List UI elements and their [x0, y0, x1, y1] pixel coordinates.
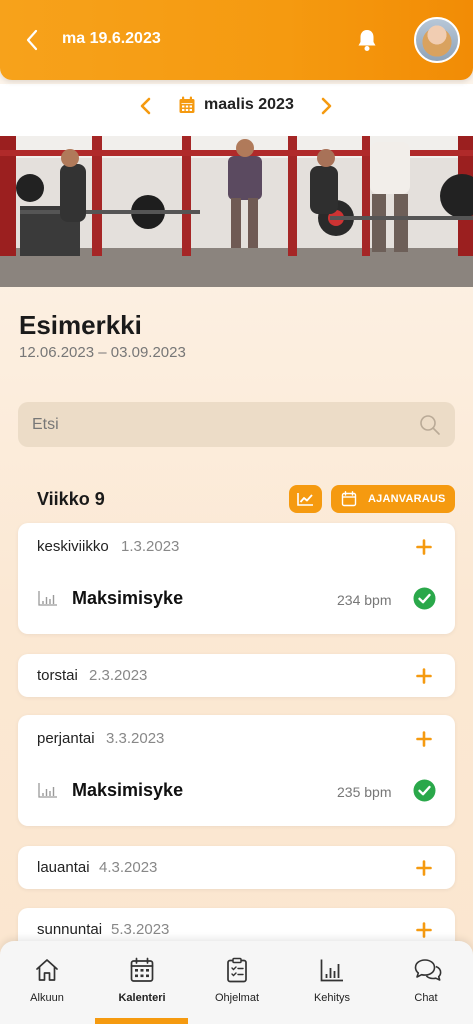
day-card: lauantai 4.3.2023: [18, 846, 455, 889]
add-entry-button[interactable]: [416, 539, 432, 555]
chat-icon: [414, 959, 442, 981]
day-name: sunnuntai: [37, 921, 103, 938]
entry-value: 235 bpm: [337, 784, 392, 800]
program-title: Esimerkki: [19, 310, 142, 340]
search-bar: [18, 402, 455, 447]
nav-label: Chat: [414, 992, 438, 1004]
bar-chart-icon: [320, 959, 343, 982]
day-date: 3.3.2023: [106, 730, 165, 747]
nav-label: Kalenteri: [118, 992, 166, 1004]
bottom-navigation: Alkuun Kalenteri Ohjelmat Kehitys Chat: [0, 941, 473, 1024]
back-button[interactable]: [22, 28, 44, 52]
calendar-icon: [130, 957, 154, 982]
prev-month-button[interactable]: [138, 96, 154, 116]
day-card: keskiviikko 1.3.2023 Maksimisyke 234 bpm: [18, 523, 455, 634]
nav-item-programs[interactable]: Ohjelmat: [190, 941, 284, 1024]
day-date: 5.3.2023: [111, 921, 170, 938]
day-name: torstai: [37, 667, 78, 684]
calendar-icon: [179, 96, 195, 113]
active-tab-indicator: [95, 1018, 188, 1024]
entry-value: 234 bpm: [337, 592, 392, 608]
current-date: ma 19.6.2023: [62, 30, 161, 47]
nav-item-calendar[interactable]: Kalenteri: [95, 941, 189, 1024]
day-date: 2.3.2023: [89, 667, 148, 684]
add-entry-button[interactable]: [416, 731, 432, 747]
add-entry-button[interactable]: [416, 922, 432, 938]
day-name: perjantai: [37, 730, 95, 747]
month-label: maalis 2023: [204, 96, 294, 113]
nav-label: Ohjelmat: [214, 992, 260, 1004]
home-icon: [36, 959, 58, 981]
search-input[interactable]: [32, 402, 412, 447]
search-icon[interactable]: [419, 414, 441, 436]
calendar-icon: [341, 491, 357, 507]
day-card: torstai 2.3.2023: [18, 654, 455, 697]
program-hero-image: [0, 136, 473, 287]
week-label: Viikko 9: [37, 489, 105, 509]
add-entry-button[interactable]: [416, 860, 432, 876]
progress-chart-button[interactable]: [289, 485, 322, 513]
day-name: keskiviikko: [37, 538, 109, 555]
check-circle-icon: [413, 779, 436, 802]
line-chart-icon: [297, 493, 313, 506]
booking-label: AJANVARAUS: [368, 493, 446, 505]
check-circle-icon: [413, 587, 436, 610]
nav-label: Kehitys: [313, 992, 351, 1004]
avatar[interactable]: [414, 17, 460, 63]
next-month-button[interactable]: [318, 96, 334, 116]
day-name: lauantai: [37, 859, 90, 876]
bar-chart-icon: [38, 591, 57, 606]
bell-icon[interactable]: [356, 28, 378, 52]
day-date: 4.3.2023: [99, 859, 158, 876]
nav-item-chat[interactable]: Chat: [379, 941, 473, 1024]
day-card: perjantai 3.3.2023 Maksimisyke 235 bpm: [18, 715, 455, 826]
day-date: 1.3.2023: [121, 538, 180, 555]
nav-item-home[interactable]: Alkuun: [0, 941, 94, 1024]
program-dates: 12.06.2023 – 03.09.2023: [19, 344, 186, 361]
top-bar: ma 19.6.2023: [0, 0, 473, 80]
bar-chart-icon: [38, 783, 57, 798]
entry-name[interactable]: Maksimisyke: [72, 780, 183, 801]
booking-button[interactable]: AJANVARAUS: [331, 485, 455, 513]
entry-name[interactable]: Maksimisyke: [72, 588, 183, 609]
clipboard-icon: [227, 957, 247, 983]
nav-item-progress[interactable]: Kehitys: [285, 941, 379, 1024]
nav-label: Alkuun: [30, 992, 64, 1004]
add-entry-button[interactable]: [416, 668, 432, 684]
